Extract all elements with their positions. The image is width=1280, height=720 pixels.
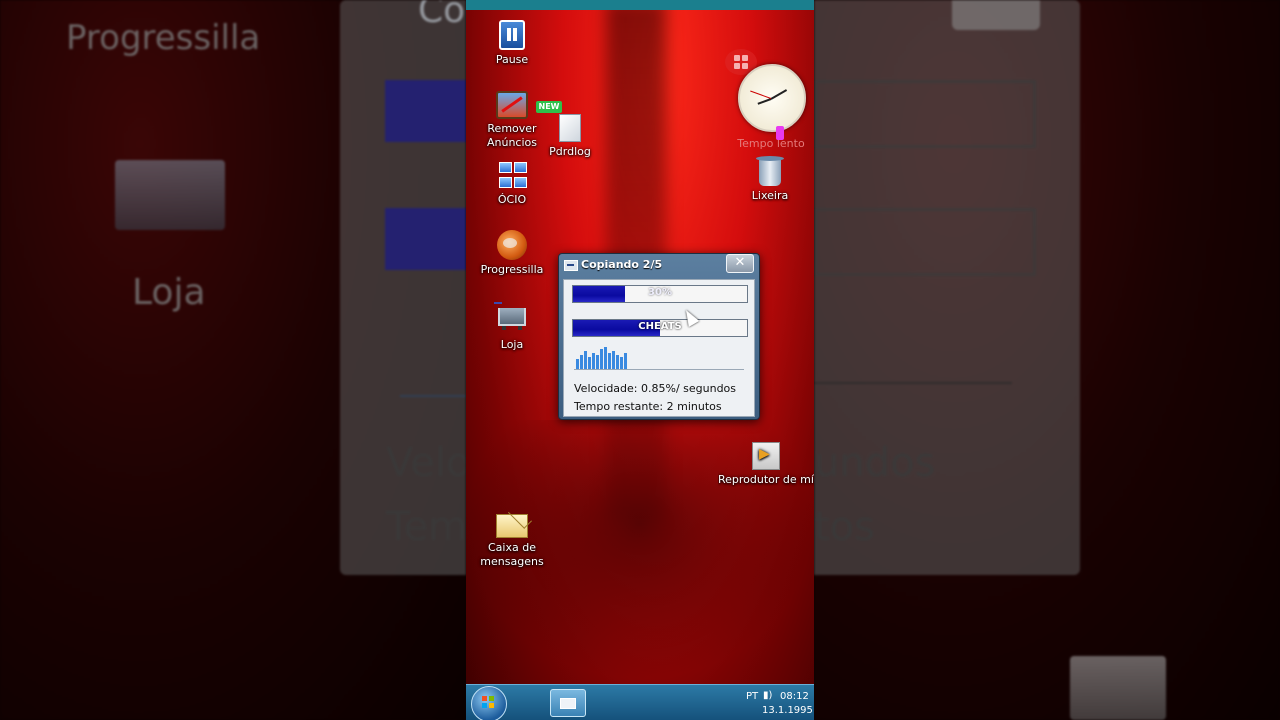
new-badge: NEW [536,101,562,113]
dialog-body: 30% CHEATS Velocidade: 0.85%/ segundos T… [563,279,755,417]
desktop-icon-pdrdlog[interactable]: Pdrdlog [522,114,618,159]
background-left-blur: Progressilla Loja Co Velo Tem [0,0,466,720]
ghost-graph-line-right [814,382,1012,384]
desktop-icon-label: Pdrdlog [549,145,591,158]
copy-dialog: Copiando 2/5 ✕ 30% CHEATS Velocidade: 0.… [558,253,760,420]
volume-icon[interactable]: ▮) [763,690,772,701]
fox-icon [497,230,527,260]
pause-icon [499,20,525,50]
desktop-icon-progressilla[interactable]: Progressilla [466,230,560,277]
desktop-icon-ocio[interactable]: ÓCIO [466,160,560,207]
taskbar-item-copy-dialog[interactable] [550,689,586,717]
desktop-icon-loja[interactable]: Loja [466,300,560,352]
ghost-close-button [952,0,1040,30]
desktop-icon-label: Pause [495,53,529,66]
language-indicator[interactable]: PT [746,691,758,702]
taskbar: PT ▮) 08:12 13.1.1995 [466,684,814,720]
desktop-icon-lixeira[interactable]: Lixeira [722,156,814,203]
ghost-progress-left-1 [385,80,466,142]
desktop-screen: Pause Remover Anúncios NEW Pdrdlog ÓCIO … [466,0,814,720]
desktop-icon-label: Reprodutor de mídi [718,473,814,486]
clock-label: Tempo lento [737,137,805,150]
remaining-time-text: Tempo restante: 2 minutos [574,400,722,413]
progress-bar-main: 30% [572,285,748,303]
document-icon [559,114,581,142]
desktop-icon-label: Progressilla [480,263,544,276]
desktop-icon-reprodutor[interactable]: Reprodutor de mídi [718,442,814,487]
progress-text: CHEATS [638,321,682,332]
ghost-progress-right-2 [814,208,1036,276]
ghost-line-2-left: Tem [386,504,466,550]
ghost-title-fragment: Co [418,0,466,31]
status-strip [466,0,814,10]
progress-text: 30% [648,287,672,298]
windows-grid-icon [497,160,527,190]
close-button[interactable]: ✕ [726,254,754,273]
mail-envelope-icon [496,514,528,538]
start-button[interactable] [471,686,507,720]
trash-icon [756,156,784,186]
desktop-icon-label: Loja [500,338,524,351]
desktop-icon-label: Lixeira [751,189,789,202]
clock-widget[interactable] [738,64,806,132]
ghost-graph-left [400,300,466,397]
tray-clock-date: 13.1.1995 [762,705,813,716]
clock-minute-hand [757,98,772,105]
ghost-line-2-right: tos [814,504,875,550]
tray-clock-time[interactable]: 08:12 [780,691,809,702]
ghost-line-1-left: Velo [386,440,466,486]
clock-hour-hand [770,89,788,100]
ghost-label-progressilla: Progressilla [66,18,261,58]
ghost-progress-right-1 [814,80,1036,148]
dialog-title: Copiando 2/5 [581,258,663,271]
window-icon [564,260,578,271]
speed-graph [574,347,744,370]
desktop-icon-caixa-mensagens[interactable]: Caixa de mensagens [466,508,560,569]
desktop-icon-label: Caixa de mensagens [480,541,544,568]
shopping-cart-icon [494,302,526,330]
media-player-icon [752,442,780,470]
background-right-blur: undos tos [814,0,1280,720]
ghost-cart-icon [115,160,225,230]
desktop-icon-label: ÓCIO [497,193,527,206]
ghost-line-1-right: undos [814,440,936,486]
clock-pin-icon [776,126,784,140]
progress-bar-file: CHEATS [572,319,748,337]
speed-text: Velocidade: 0.85%/ segundos [574,382,737,395]
ghost-label-loja: Loja [132,272,206,313]
ghost-progress-left-2 [385,208,466,270]
desktop-icon-pause[interactable]: Pause [466,20,560,67]
ghost-media-icon [1070,656,1166,720]
clock-second-hand [750,90,772,99]
dialog-titlebar[interactable]: Copiando 2/5 ✕ [559,254,759,276]
